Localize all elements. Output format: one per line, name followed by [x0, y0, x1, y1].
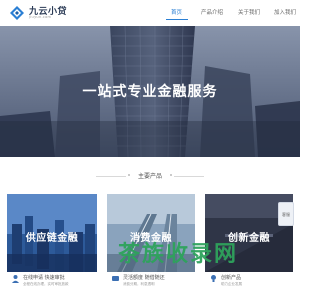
hero-title: 一站式专业金融服务: [82, 84, 218, 100]
logo-subtext: jiuyun.com: [29, 15, 52, 19]
nav-item-join[interactable]: 加入我们: [274, 8, 296, 16]
side-float-widget[interactable]: 客服: [278, 202, 294, 226]
card-footer-subtitle: 全程在线办理，实时审批放款: [23, 282, 69, 286]
card-footer-title: 创新产品: [221, 275, 242, 281]
card-footer-supply-chain: 在线申请 快速审批 全程在线办理，实时审批放款: [7, 272, 97, 300]
card-footer-title: 在线申请 快速审批: [23, 275, 65, 281]
card-footer-innovation: 创新产品 助力企业发展: [205, 272, 293, 300]
section-divider-right: [174, 176, 204, 177]
card-footer-title: 灵活额度 随借随还: [123, 275, 165, 281]
card-footer-subtitle: 消费分期，利息透明: [123, 282, 155, 286]
card-label: 供应链金融: [25, 233, 79, 244]
site-header: 九云小贷 jiuyun.com 首页 产品介绍 关于我们 加入我们: [0, 0, 300, 26]
card-footer-consumer: 灵活额度 随借随还 消费分期，利息透明: [107, 272, 195, 300]
side-float-label: 客服: [282, 212, 290, 217]
nav-item-about[interactable]: 关于我们: [238, 8, 260, 16]
section-title: 主要产品: [137, 173, 162, 180]
card-footer-subtitle: 助力企业发展: [221, 282, 242, 286]
watermark: 茶族收录网: [118, 242, 239, 267]
nav-item-home[interactable]: 首页: [171, 8, 182, 16]
wallet-icon: [112, 276, 119, 281]
section-dot-right: [170, 174, 172, 176]
lightbulb-icon: [211, 275, 216, 282]
product-card-supply-chain[interactable]: 供应链金融: [7, 194, 97, 272]
nav-active-indicator: [166, 19, 188, 20]
section-header: 主要产品: [0, 170, 300, 182]
hero-banner: 一站式专业金融服务: [0, 26, 300, 157]
person-icon: [12, 275, 19, 283]
nav-item-products[interactable]: 产品介绍: [201, 8, 223, 16]
logo-icon[interactable]: [9, 5, 25, 21]
